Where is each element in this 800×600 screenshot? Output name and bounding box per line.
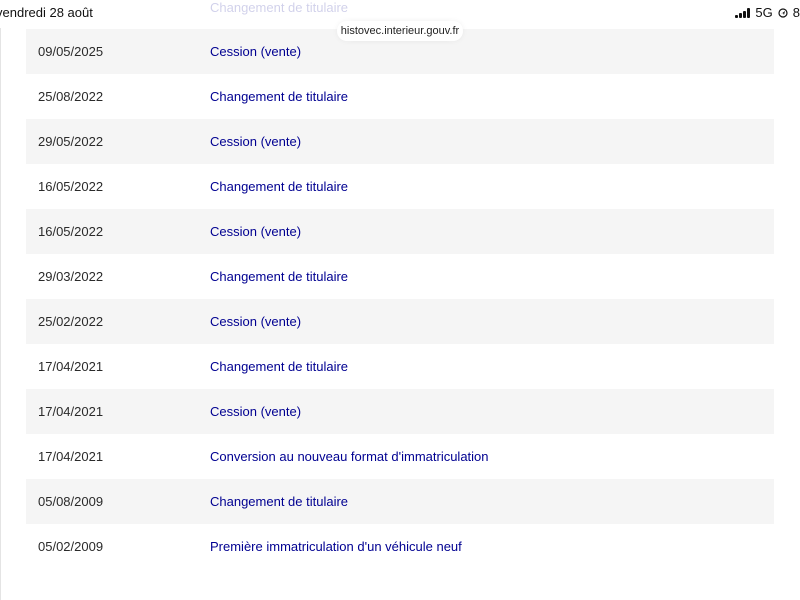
location-icon [778,7,788,18]
history-table: 09/05/2025 Cession (vente) 25/08/2022 Chang… [26,29,774,569]
history-row: 25/02/2022 Cession (vente) [26,299,774,344]
history-event-link[interactable]: Changement de titulaire [210,254,348,299]
history-date: 05/02/2009 [38,539,104,554]
history-date: 29/05/2022 [38,134,104,149]
battery-percent: 8 [792,5,800,20]
history-date: 17/04/2021 [38,404,104,419]
signal-icon [735,7,751,18]
history-row: 17/04/2021 Conversion au nouveau format d… [26,434,774,479]
page-edge-line [0,28,1,600]
history-row: 29/05/2022 Cession (vente) [26,119,774,164]
history-event-link[interactable]: Cession (vente) [210,29,301,74]
history-date: 16/05/2022 [38,179,104,194]
history-event-link[interactable]: Cession (vente) [210,389,301,434]
history-row: 17/04/2021 Changement de titulaire [26,344,774,389]
status-date: vendredi 28 août [0,5,93,20]
history-row: 17/04/2021 Cession (vente) [26,389,774,434]
history-event-link[interactable]: Changement de titulaire [210,479,348,524]
history-event-link[interactable]: Première immatriculation d'un véhicule n… [210,524,462,569]
history-event-link[interactable]: Cession (vente) [210,119,301,164]
history-row: 16/05/2022 Changement de titulaire [26,164,774,209]
history-date: 25/02/2022 [38,314,104,329]
history-event-link[interactable]: Conversion au nouveau format d'immatricu… [210,434,489,479]
history-date: 09/05/2025 [38,44,104,59]
history-event-link[interactable]: Changement de titulaire [210,74,348,119]
url-text: histovec.interieur.gouv.fr [340,25,460,37]
history-row: 05/08/2009 Changement de titulaire [26,479,774,524]
history-row: 16/05/2022 Cession (vente) [26,209,774,254]
history-event-link[interactable]: Changement de titulaire [210,164,348,209]
url-bar[interactable]: histovec.interieur.gouv.fr [337,21,463,41]
history-date: 17/04/2021 [38,359,104,374]
history-date: 16/05/2022 [38,224,104,239]
history-date: 29/03/2022 [38,269,104,284]
history-date: 17/04/2021 [38,449,104,464]
history-row: 25/08/2022 Changement de titulaire [26,74,774,119]
history-row: 29/03/2022 Changement de titulaire [26,254,774,299]
status-indicators: 5G 8 [735,5,800,20]
history-date: 25/08/2022 [38,89,104,104]
network-label: 5G [755,5,773,20]
history-row: 05/02/2009 Première immatriculation d'un … [26,524,774,569]
history-event-link[interactable]: Cession (vente) [210,209,301,254]
history-date: 05/08/2009 [38,494,104,509]
history-event-link[interactable]: Cession (vente) [210,299,301,344]
history-event-link[interactable]: Changement de titulaire [210,344,348,389]
